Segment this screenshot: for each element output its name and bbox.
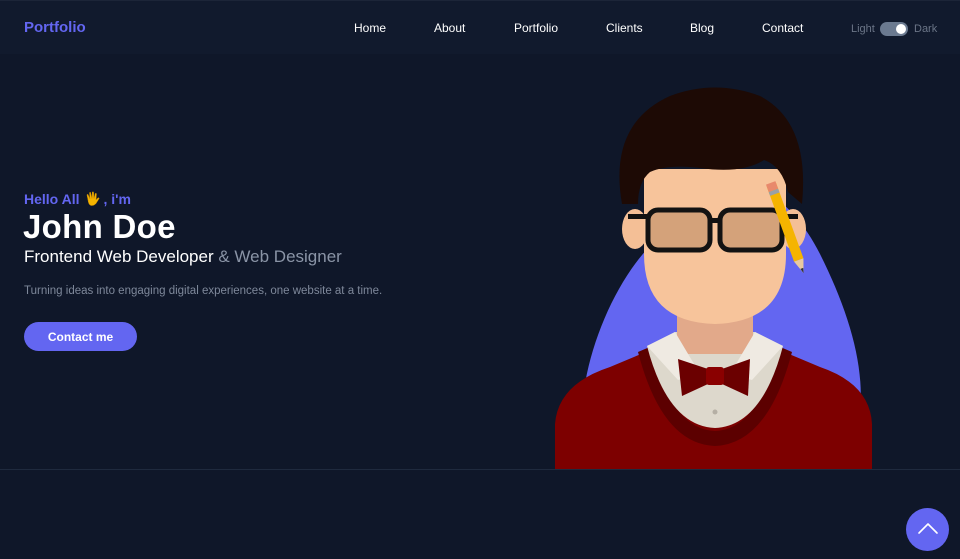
- chevron-up-icon: [917, 521, 939, 538]
- hero-section: Hello All , i'm John Doe Frontend Web Dev…: [0, 54, 960, 469]
- waving-hand-icon: [84, 191, 102, 207]
- role-secondary: & Web Designer: [218, 247, 342, 266]
- nav-item-portfolio[interactable]: Portfolio: [514, 21, 558, 35]
- theme-toggle-knob: [896, 24, 906, 34]
- navbar: Portfolio Home About Portfolio Clients B…: [0, 0, 960, 54]
- nav-item-blog[interactable]: Blog: [690, 21, 714, 35]
- nav-item-about[interactable]: About: [434, 21, 465, 35]
- hero-tagline: Turning ideas into engaging digital expe…: [24, 285, 383, 297]
- hero-greeting: Hello All , i'm: [24, 191, 131, 207]
- role-primary: Frontend Web Developer: [24, 247, 214, 266]
- theme-light-label: Light: [851, 23, 875, 35]
- avatar-illustration: [555, 87, 872, 469]
- scroll-to-top-button[interactable]: [906, 508, 949, 551]
- contact-me-button[interactable]: Contact me: [24, 322, 137, 351]
- theme-toggle-switch[interactable]: [880, 22, 908, 36]
- nav-item-contact[interactable]: Contact: [762, 21, 803, 35]
- hero-role: Frontend Web Developer & Web Designer: [24, 247, 342, 267]
- theme-dark-label: Dark: [914, 23, 938, 35]
- greeting-prefix: Hello All: [24, 191, 80, 207]
- greeting-suffix: , i'm: [103, 191, 131, 207]
- nav-item-home[interactable]: Home: [354, 21, 386, 35]
- nav-item-clients[interactable]: Clients: [606, 21, 643, 35]
- theme-toggle[interactable]: Light Dark: [851, 21, 941, 37]
- hero-name: John Doe: [23, 208, 176, 245]
- nav-links: Home About Portfolio Clients Blog Contac…: [0, 21, 960, 37]
- section-divider: [0, 469, 960, 470]
